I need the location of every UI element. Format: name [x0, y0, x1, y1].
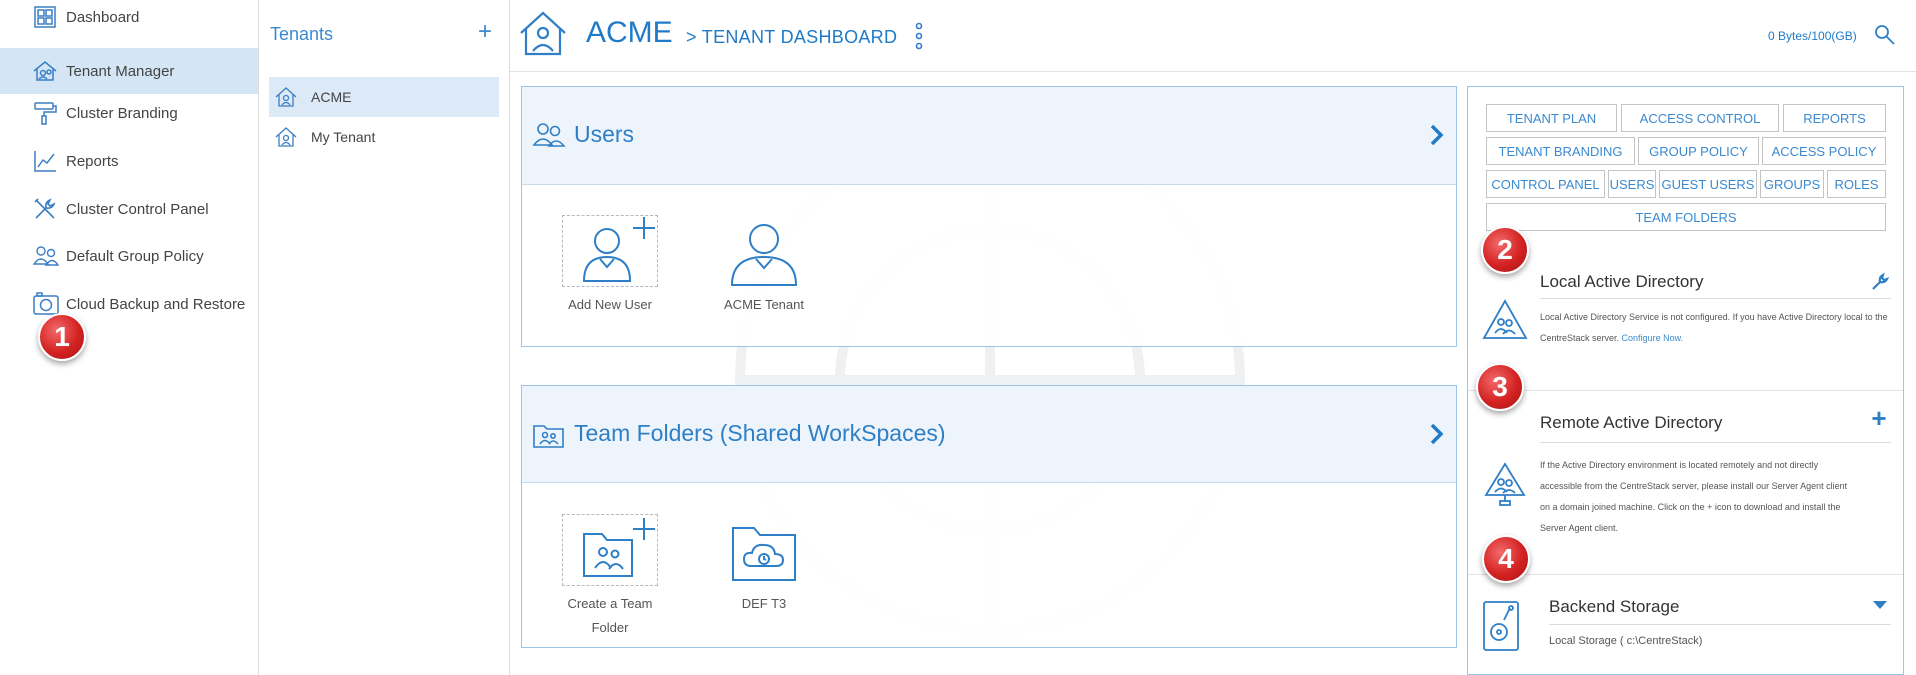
- home-icon: [518, 9, 568, 57]
- chart-line-icon: [32, 148, 58, 174]
- wrench-icon[interactable]: [1871, 273, 1889, 291]
- dashboard-icon: [32, 4, 58, 30]
- nav-item-default-group-policy[interactable]: Default Group Policy: [0, 233, 258, 279]
- nav-label-tenant-manager: Tenant Manager: [66, 62, 175, 80]
- chevron-right-icon[interactable]: [1428, 422, 1446, 446]
- page-title: ACME: [586, 16, 673, 49]
- tab-groups[interactable]: GROUPS: [1760, 170, 1824, 198]
- nav-item-reports[interactable]: Reports: [0, 138, 258, 184]
- local-ad-title: Local Active Directory: [1540, 272, 1704, 291]
- configure-now-link[interactable]: Configure Now.: [1622, 333, 1684, 343]
- add-team-folder-icon: [562, 514, 658, 586]
- step-badge-1: 1: [38, 313, 86, 361]
- def-t3-tile[interactable]: DEF T3: [709, 514, 819, 616]
- tab-access-control[interactable]: ACCESS CONTROL: [1621, 104, 1779, 132]
- team-folders-card-title: Team Folders (Shared WorkSpaces): [574, 420, 946, 446]
- tab-access-policy[interactable]: ACCESS POLICY: [1762, 137, 1886, 165]
- section-rule: [1549, 624, 1891, 625]
- team-folders-card-header[interactable]: Team Folders (Shared WorkSpaces): [522, 386, 1456, 483]
- team-folders-card: Team Folders (Shared WorkSpaces) Create …: [521, 385, 1457, 648]
- add-tenant-button[interactable]: +: [473, 20, 497, 45]
- tenant-label: ACME: [311, 89, 352, 105]
- tenant-label: My Tenant: [311, 129, 376, 145]
- left-navigation: Dashboard Tenant Manager Cluster Brandin…: [0, 0, 259, 675]
- local-ad-description: Local Active Directory Service is not co…: [1540, 312, 1888, 343]
- tab-team-folders[interactable]: TEAM FOLDERS: [1486, 203, 1886, 231]
- step-badge-2: 2: [1481, 226, 1529, 274]
- tab-roles[interactable]: ROLES: [1827, 170, 1886, 198]
- nav-item-cloud-backup[interactable]: Cloud Backup and Restore: [0, 281, 258, 327]
- home-icon: [275, 86, 297, 108]
- tile-label: Create a Team Folder: [567, 596, 653, 635]
- backend-storage-value: Local Storage ( c:\CentreStack): [1549, 635, 1703, 647]
- section-rule: [1540, 298, 1891, 299]
- step-badge-4: 4: [1482, 535, 1530, 583]
- tab-guest-users[interactable]: GUEST USERS: [1659, 170, 1757, 198]
- nav-label-cloud-backup: Cloud Backup and Restore: [66, 295, 246, 313]
- users-card-title: Users: [574, 121, 635, 147]
- section-rule: [1540, 442, 1891, 443]
- nav-label-default-group-policy: Default Group Policy: [66, 247, 204, 265]
- tab-control-panel[interactable]: CONTROL PANEL: [1486, 170, 1605, 198]
- group-icon: [32, 243, 60, 269]
- users-icon: [532, 120, 566, 150]
- more-options-icon[interactable]: [913, 22, 925, 50]
- tile-label: ACME Tenant: [724, 297, 804, 312]
- remote-ad-line: If the Active Directory environment is l…: [1540, 460, 1819, 470]
- tile-label: DEF T3: [741, 596, 787, 611]
- acme-tenant-tile[interactable]: ACME Tenant: [709, 215, 819, 317]
- backend-storage-title: Backend Storage: [1549, 597, 1680, 616]
- add-new-user-tile[interactable]: Add New User: [555, 215, 665, 317]
- user-icon: [716, 215, 812, 287]
- remote-ad-line: on a domain joined machine. Click on the…: [1540, 502, 1841, 512]
- tenant-item-acme[interactable]: ACME: [269, 77, 499, 117]
- storage-usage: 0 Bytes/100(GB): [1768, 29, 1857, 43]
- remote-ad-icon: [1482, 461, 1528, 507]
- tenants-panel: Tenants + ACME My Tenant: [259, 0, 510, 675]
- tenant-manager-icon: [32, 58, 58, 84]
- tab-tenant-plan[interactable]: TENANT PLAN: [1486, 104, 1617, 132]
- local-ad-text: Local Active Directory Service is not co…: [1540, 307, 1890, 349]
- tab-reports[interactable]: REPORTS: [1783, 104, 1886, 132]
- remote-ad-line: accessible from the CentreStack server, …: [1540, 481, 1848, 491]
- nav-item-cluster-branding[interactable]: Cluster Branding: [0, 90, 258, 136]
- tab-users[interactable]: USERS: [1608, 170, 1656, 198]
- nav-label-reports: Reports: [66, 152, 119, 170]
- nav-item-cluster-control-panel[interactable]: Cluster Control Panel: [0, 186, 258, 232]
- breadcrumb: > TENANT DASHBOARD: [686, 27, 898, 47]
- page-header: ACME > TENANT DASHBOARD 0 Bytes/100(GB): [510, 0, 1916, 72]
- team-folder-icon: [532, 420, 566, 450]
- users-card: Users Add New User ACME Tenant: [521, 86, 1457, 347]
- tenants-title: Tenants: [270, 24, 334, 44]
- remote-ad-line: Server Agent client.: [1540, 523, 1619, 533]
- tile-label: Add New User: [568, 297, 652, 312]
- nav-label-cluster-control-panel: Cluster Control Panel: [66, 200, 209, 218]
- nav-item-dashboard[interactable]: Dashboard: [0, 0, 258, 40]
- home-icon: [275, 126, 297, 148]
- tenant-settings-panel: TENANT PLAN ACCESS CONTROL REPORTS TENAN…: [1467, 86, 1904, 675]
- users-card-header[interactable]: Users: [522, 87, 1456, 185]
- chevron-right-icon[interactable]: [1428, 123, 1446, 147]
- paint-roller-icon: [32, 100, 58, 126]
- local-ad-icon: [1482, 298, 1528, 340]
- add-remote-ad-icon[interactable]: +: [1868, 405, 1890, 431]
- cloud-folder-icon: [716, 514, 812, 586]
- search-icon[interactable]: [1874, 24, 1896, 46]
- step-badge-3: 3: [1476, 363, 1524, 411]
- tools-icon: [32, 196, 58, 222]
- create-team-folder-tile[interactable]: Create a Team Folder: [555, 514, 665, 640]
- add-user-icon: [562, 215, 658, 287]
- tab-group-policy[interactable]: GROUP POLICY: [1638, 137, 1759, 165]
- tab-tenant-branding[interactable]: TENANT BRANDING: [1486, 137, 1635, 165]
- hard-disk-icon: [1482, 600, 1520, 652]
- section-divider: [1468, 390, 1903, 391]
- tenant-item-my-tenant[interactable]: My Tenant: [269, 117, 499, 157]
- section-divider: [1468, 574, 1903, 575]
- nav-label-dashboard: Dashboard: [66, 8, 140, 26]
- remote-ad-title: Remote Active Directory: [1540, 413, 1723, 432]
- nav-label-cluster-branding: Cluster Branding: [66, 104, 178, 122]
- nav-item-tenant-manager[interactable]: Tenant Manager: [0, 48, 258, 94]
- caret-down-icon[interactable]: [1872, 599, 1888, 611]
- remote-ad-text: If the Active Directory environment is l…: [1540, 455, 1895, 539]
